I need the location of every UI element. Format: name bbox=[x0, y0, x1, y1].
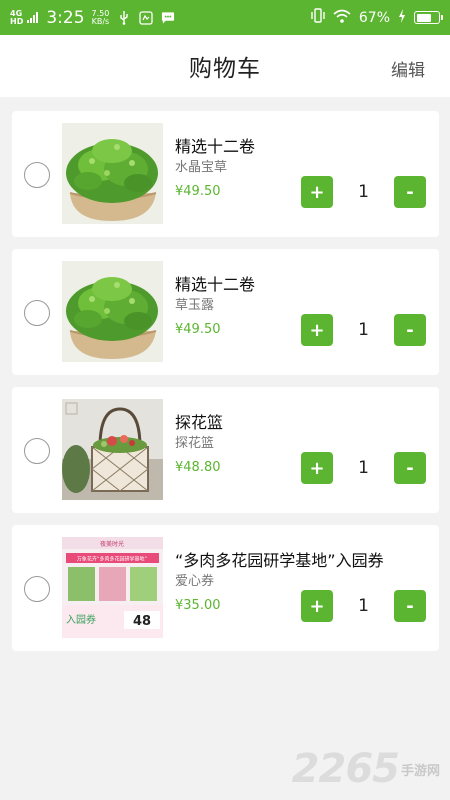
item-select-radio[interactable] bbox=[24, 576, 50, 602]
item-variant: 草玉露 bbox=[175, 298, 215, 313]
network-speed: 7.50 KB/s bbox=[91, 9, 110, 26]
quantity-increase-button[interactable]: + bbox=[301, 452, 333, 484]
quantity-decrease-button[interactable]: - bbox=[394, 452, 426, 484]
battery-fill bbox=[416, 13, 431, 22]
ticket-price-text: 48 bbox=[133, 614, 151, 629]
item-name: 精选十二卷 bbox=[175, 275, 256, 294]
quantity-decrease-button[interactable]: - bbox=[394, 176, 426, 208]
battery-icon bbox=[414, 11, 443, 24]
item-variant: 水晶宝草 bbox=[175, 160, 228, 175]
network-indicator: 4G HD bbox=[10, 9, 24, 26]
item-price: ¥48.80 bbox=[175, 460, 221, 475]
quantity-value: 1 bbox=[358, 320, 369, 340]
cart-item: 精选十二卷 草玉露 ¥49.50 + 1 - bbox=[12, 249, 439, 375]
quantity-increase-button[interactable]: + bbox=[301, 314, 333, 346]
watermark-text: 手游网 bbox=[400, 763, 440, 779]
item-name: 探花篮 bbox=[175, 413, 224, 432]
charging-icon bbox=[398, 8, 406, 27]
product-image bbox=[62, 261, 163, 362]
item-name: “多肉多花园研学基地”入园券 bbox=[175, 551, 384, 570]
wifi-icon bbox=[333, 9, 351, 27]
cart-item: 探花篮 探花篮 ¥48.80 + 1 - bbox=[12, 387, 439, 513]
usb-icon bbox=[117, 10, 131, 25]
cart-item: 夜美时光 万象花卉“多肉多花园研学基地” 入园券 48 “多肉多花园研学基地”入… bbox=[12, 525, 439, 651]
item-select-radio[interactable] bbox=[24, 438, 50, 464]
quantity-value: 1 bbox=[358, 458, 369, 478]
status-bar: 4G HD 3:25 7.50 KB/s 67% bbox=[0, 0, 450, 35]
app-notification-icon bbox=[139, 10, 153, 25]
vibrate-icon bbox=[311, 8, 325, 27]
ticket-top-text: 夜美时光 bbox=[100, 540, 124, 548]
clock: 3:25 bbox=[46, 7, 85, 28]
product-image bbox=[62, 399, 163, 500]
ticket-label-text: 入园券 bbox=[66, 613, 96, 626]
watermark-number: 2265 bbox=[291, 746, 400, 792]
quantity-increase-button[interactable]: + bbox=[301, 176, 333, 208]
quantity-value: 1 bbox=[358, 182, 369, 202]
page-title: 购物车 bbox=[189, 56, 261, 82]
cart-item: 精选十二卷 水晶宝草 ¥49.50 + 1 - bbox=[12, 111, 439, 237]
quantity-increase-button[interactable]: + bbox=[301, 590, 333, 622]
signal-icon bbox=[27, 12, 39, 23]
item-select-radio[interactable] bbox=[24, 162, 50, 188]
item-name: 精选十二卷 bbox=[175, 137, 256, 156]
watermark: 2265 手游网 bbox=[292, 746, 440, 792]
item-select-radio[interactable] bbox=[24, 300, 50, 326]
quantity-decrease-button[interactable]: - bbox=[394, 590, 426, 622]
quantity-decrease-button[interactable]: - bbox=[394, 314, 426, 346]
product-image bbox=[62, 123, 163, 224]
product-image: 夜美时光 万象花卉“多肉多花园研学基地” 入园券 48 bbox=[62, 537, 163, 638]
battery-percent: 67% bbox=[358, 9, 390, 26]
message-icon bbox=[161, 11, 175, 25]
cart-list: 精选十二卷 水晶宝草 ¥49.50 + 1 - 精选十二卷 草玉露 ¥49.50… bbox=[12, 111, 439, 663]
item-variant: 探花篮 bbox=[175, 436, 215, 451]
item-price: ¥49.50 bbox=[175, 322, 221, 337]
header: 购物车 编辑 bbox=[0, 35, 450, 97]
edit-button[interactable]: 编辑 bbox=[391, 56, 425, 81]
network-sub: HD bbox=[10, 16, 24, 26]
item-variant: 爱心券 bbox=[175, 574, 215, 589]
item-price: ¥35.00 bbox=[175, 598, 221, 613]
speed-unit: KB/s bbox=[91, 16, 110, 26]
item-price: ¥49.50 bbox=[175, 184, 221, 199]
ticket-banner-text: 万象花卉“多肉多花园研学基地” bbox=[77, 556, 148, 563]
quantity-value: 1 bbox=[358, 596, 369, 616]
